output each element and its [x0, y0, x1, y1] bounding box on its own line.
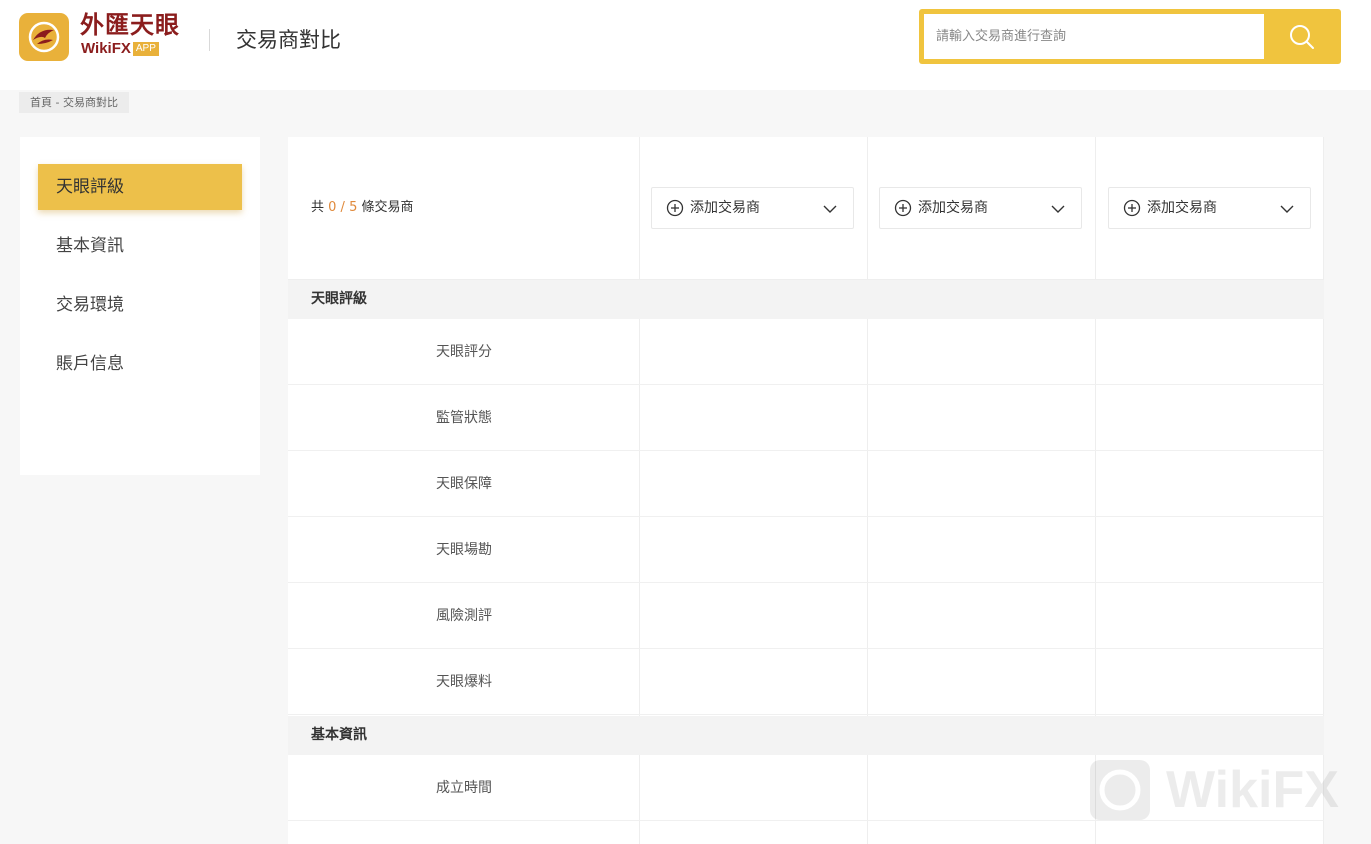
- table-row: 天眼爆料: [288, 649, 1324, 715]
- page-title: 交易商對比: [236, 28, 341, 52]
- table-row: 監管狀態: [288, 385, 1324, 451]
- count-separator: /: [336, 200, 350, 215]
- row-label: 監管狀態: [436, 410, 492, 426]
- table-row: 天眼場勘: [288, 517, 1324, 583]
- breadcrumb: 首頁 - 交易商對比: [19, 92, 129, 113]
- count-suffix: 條交易商: [357, 200, 414, 215]
- add-broker-button-2[interactable]: 添加交易商: [879, 187, 1082, 229]
- table-row: 風險測評: [288, 583, 1324, 649]
- row-label: 風險測評: [436, 608, 492, 624]
- search-button[interactable]: [1267, 14, 1336, 59]
- row-label: 天眼爆料: [436, 674, 492, 690]
- section-header-rating: 天眼評級: [288, 280, 1324, 319]
- eagle-logo-icon[interactable]: [19, 13, 69, 61]
- broker-count: 共 0 / 5 條交易商: [311, 199, 414, 217]
- add-broker-label: 添加交易商: [690, 200, 760, 216]
- row-label: 成立時間: [436, 780, 492, 796]
- table-row: 天眼保障: [288, 451, 1324, 517]
- sidebar-item-basic-info[interactable]: 基本資訊: [38, 223, 242, 269]
- logo-brand: WikiFX: [81, 40, 131, 57]
- sidebar: 天眼評級 基本資訊 交易環境 賬戶信息: [20, 137, 260, 475]
- logo-text-en[interactable]: WikiFX APP: [81, 40, 159, 58]
- breadcrumb-current: 交易商對比: [62, 96, 118, 109]
- logo-app-badge: APP: [132, 42, 159, 56]
- row-label: 天眼保障: [436, 476, 492, 492]
- logo-text-cn[interactable]: 外匯天眼: [80, 10, 180, 40]
- plus-circle-icon: [1123, 199, 1141, 217]
- sidebar-item-account-info[interactable]: 賬戶信息: [38, 341, 242, 387]
- search-input[interactable]: [924, 14, 1264, 59]
- compare-table: 共 0 / 5 條交易商 添加交易商 添加交易商 添加交易商 天眼評級 天眼評分…: [288, 137, 1324, 844]
- row-label: 天眼場勘: [436, 542, 492, 558]
- count-prefix: 共: [311, 200, 329, 215]
- compare-header-row: 共 0 / 5 條交易商 添加交易商 添加交易商 添加交易商: [288, 137, 1324, 280]
- add-broker-label: 添加交易商: [1147, 200, 1217, 216]
- breadcrumb-home[interactable]: 首頁: [30, 96, 52, 109]
- breadcrumb-separator: -: [52, 96, 63, 109]
- sidebar-item-rating[interactable]: 天眼評級: [38, 164, 242, 210]
- sidebar-item-trading-env[interactable]: 交易環境: [38, 282, 242, 328]
- add-broker-button-1[interactable]: 添加交易商: [651, 187, 854, 229]
- chevron-down-icon: [1051, 205, 1065, 213]
- add-broker-label: 添加交易商: [918, 200, 988, 216]
- add-broker-button-3[interactable]: 添加交易商: [1108, 187, 1311, 229]
- chevron-down-icon: [823, 205, 837, 213]
- table-row: 天眼評分: [288, 319, 1324, 385]
- plus-circle-icon: [666, 199, 684, 217]
- search-box: [919, 9, 1341, 64]
- section-header-basic-info: 基本資訊: [288, 716, 1324, 755]
- top-header: 外匯天眼 WikiFX APP 交易商對比: [0, 0, 1371, 90]
- header-divider: [209, 29, 210, 51]
- chevron-down-icon: [1280, 205, 1294, 213]
- row-label: 天眼評分: [436, 344, 492, 360]
- search-icon: [1289, 24, 1314, 49]
- table-row: 成立時間: [288, 755, 1324, 821]
- plus-circle-icon: [894, 199, 912, 217]
